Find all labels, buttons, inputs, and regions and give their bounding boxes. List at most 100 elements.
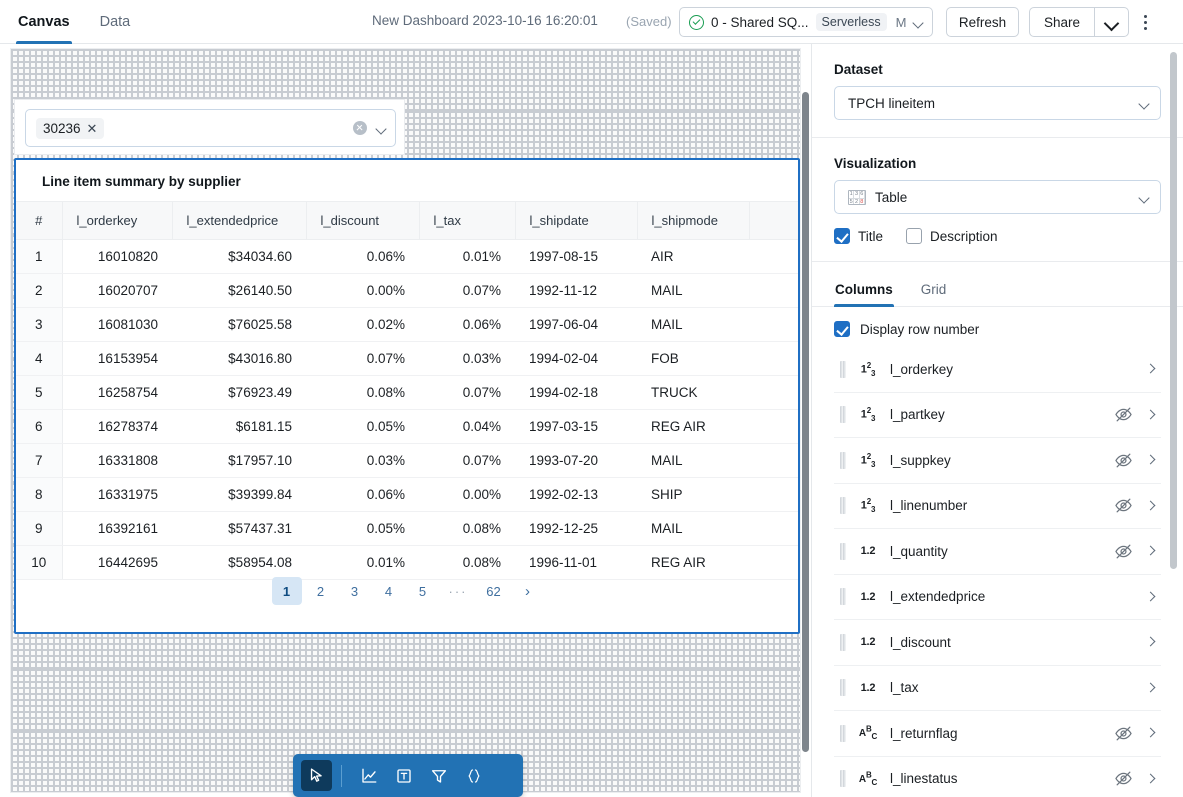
filter-input[interactable]: 30236 ✕ — [25, 109, 396, 147]
drag-handle-icon[interactable] — [840, 634, 846, 651]
column-header-shipmode[interactable]: l_shipmode — [637, 202, 749, 240]
chevron-right-icon[interactable] — [1143, 543, 1159, 559]
eye-off-icon[interactable] — [1114, 769, 1133, 788]
column-type-icon: 1.2 — [856, 545, 880, 557]
clear-circle-icon[interactable] — [353, 121, 367, 135]
chevron-right-icon[interactable] — [1143, 725, 1159, 741]
table-row[interactable]: 716331808$17957.100.03%0.07%1993-07-20MA… — [16, 444, 798, 478]
column-header-rownum[interactable]: # — [16, 202, 62, 240]
share-dropdown-button[interactable] — [1095, 8, 1128, 36]
table-row[interactable]: 916392161$57437.310.05%0.08%1992-12-25MA… — [16, 512, 798, 546]
subtab-columns[interactable]: Columns — [834, 276, 894, 306]
description-checkbox-group[interactable]: Description — [906, 228, 998, 244]
close-icon[interactable]: ✕ — [87, 122, 98, 135]
table-row[interactable]: 116010820$34034.600.06%0.01%1997-08-15AI… — [16, 240, 798, 274]
eye-off-icon[interactable] — [1114, 496, 1133, 515]
column-row[interactable]: 123l_orderkey — [834, 347, 1161, 393]
eye-off-icon[interactable] — [1114, 405, 1133, 424]
tab-canvas[interactable]: Canvas — [16, 0, 72, 44]
display-row-number-checkbox[interactable] — [834, 321, 850, 337]
table-row[interactable]: 516258754$76923.490.08%0.07%1994-02-18TR… — [16, 376, 798, 410]
pagination-page-2[interactable]: 2 — [306, 577, 336, 605]
pagination-page-3[interactable]: 3 — [340, 577, 370, 605]
table-cell: 1992-12-25 — [515, 512, 637, 546]
compute-selector[interactable]: 0 - Shared SQ... Serverless M — [679, 7, 933, 37]
chevron-down-icon[interactable] — [376, 123, 387, 134]
drag-handle-icon[interactable] — [840, 361, 846, 378]
drag-handle-icon[interactable] — [840, 497, 846, 514]
table-row[interactable]: 316081030$76025.580.02%0.06%1997-06-04MA… — [16, 308, 798, 342]
pagination-page-62[interactable]: 62 — [479, 577, 509, 605]
table-row[interactable]: 816331975$39399.840.06%0.00%1992-02-13SH… — [16, 478, 798, 512]
column-row[interactable]: 1.2l_quantity — [834, 529, 1161, 575]
drag-handle-icon[interactable] — [840, 406, 846, 423]
canvas-area[interactable]: 30236 ✕ Line item summary by supplier — [0, 44, 811, 797]
eye-off-icon[interactable] — [1114, 451, 1133, 470]
column-row[interactable]: 123l_suppkey — [834, 438, 1161, 484]
panel-scrollbar[interactable] — [1170, 52, 1177, 569]
display-row-number-group[interactable]: Display row number — [812, 307, 1183, 347]
drag-handle-icon[interactable] — [840, 725, 846, 742]
chevron-right-icon[interactable] — [1143, 361, 1159, 377]
select-tool[interactable] — [301, 760, 332, 791]
table-row[interactable]: 616278374$6181.150.05%0.04%1997-03-15REG… — [16, 410, 798, 444]
chevron-right-icon[interactable] — [1143, 452, 1159, 468]
drag-handle-icon[interactable] — [840, 588, 846, 605]
column-row[interactable]: 1.2l_extendedprice — [834, 575, 1161, 621]
column-header-orderkey[interactable]: l_orderkey — [62, 202, 172, 240]
chevron-right-icon[interactable] — [1143, 589, 1159, 605]
table-row[interactable]: 1016442695$58954.080.01%0.08%1996-11-01R… — [16, 546, 798, 580]
canvas-scrollbar[interactable] — [802, 92, 809, 752]
drag-handle-icon[interactable] — [840, 770, 846, 787]
column-row[interactable]: 123l_partkey — [834, 393, 1161, 439]
column-row[interactable]: 123l_linenumber — [834, 484, 1161, 530]
tab-data[interactable]: Data — [98, 0, 133, 44]
refresh-button[interactable]: Refresh — [946, 7, 1019, 37]
column-header-tax[interactable]: l_tax — [419, 202, 515, 240]
textbox-tool[interactable] — [388, 760, 419, 791]
column-header-discount[interactable]: l_discount — [306, 202, 419, 240]
column-header-empty[interactable] — [749, 202, 798, 240]
visualization-select[interactable]: 1 3 6 5 2 8 Table — [834, 180, 1161, 214]
filter-chip[interactable]: 30236 ✕ — [36, 118, 104, 139]
drag-handle-icon[interactable] — [840, 543, 846, 560]
dataset-heading: Dataset — [834, 44, 1161, 86]
chevron-right-icon[interactable]: › — [513, 577, 543, 605]
description-checkbox[interactable] — [906, 228, 922, 244]
pagination-page-1[interactable]: 1 — [272, 577, 302, 605]
column-row[interactable]: ABCl_linestatus — [834, 757, 1161, 797]
column-name: l_linestatus — [890, 771, 1104, 786]
chart-tool[interactable] — [353, 760, 384, 791]
share-button[interactable]: Share — [1030, 8, 1094, 36]
column-header-shipdate[interactable]: l_shipdate — [515, 202, 637, 240]
title-checkbox[interactable] — [834, 228, 850, 244]
drag-handle-icon[interactable] — [840, 679, 846, 696]
pagination-page-5[interactable]: 5 — [408, 577, 438, 605]
chevron-right-icon[interactable] — [1143, 634, 1159, 650]
column-header-extendedprice[interactable]: l_extendedprice — [172, 202, 306, 240]
chevron-right-icon[interactable] — [1143, 407, 1159, 423]
more-options-button[interactable] — [1134, 11, 1156, 33]
chevron-right-icon[interactable] — [1143, 680, 1159, 696]
table-icon: 1 3 6 5 2 8 — [848, 190, 866, 205]
dataset-select[interactable]: TPCH lineitem — [834, 86, 1161, 120]
filter-widget[interactable]: 30236 ✕ — [14, 99, 405, 155]
table-widget[interactable]: Line item summary by supplier # l_orderk… — [14, 158, 800, 634]
title-checkbox-group[interactable]: Title — [834, 228, 883, 244]
filter-tool[interactable] — [423, 760, 454, 791]
code-tool[interactable] — [458, 760, 489, 791]
column-row[interactable]: ABCl_returnflag — [834, 711, 1161, 757]
eye-off-icon[interactable] — [1114, 724, 1133, 743]
dataset-section: Dataset TPCH lineitem — [812, 44, 1183, 120]
chevron-right-icon[interactable] — [1143, 771, 1159, 787]
pagination-page-4[interactable]: 4 — [374, 577, 404, 605]
table-row[interactable]: 416153954$43016.800.07%0.03%1994-02-04FO… — [16, 342, 798, 376]
subtab-grid[interactable]: Grid — [920, 276, 948, 306]
drag-handle-icon[interactable] — [840, 452, 846, 469]
column-row[interactable]: 1.2l_tax — [834, 666, 1161, 712]
column-row[interactable]: 1.2l_discount — [834, 620, 1161, 666]
chevron-right-icon[interactable] — [1143, 498, 1159, 514]
table-row[interactable]: 216020707$26140.500.00%0.07%1992-11-12MA… — [16, 274, 798, 308]
eye-off-icon[interactable] — [1114, 542, 1133, 561]
eye-placeholder — [1114, 633, 1133, 652]
